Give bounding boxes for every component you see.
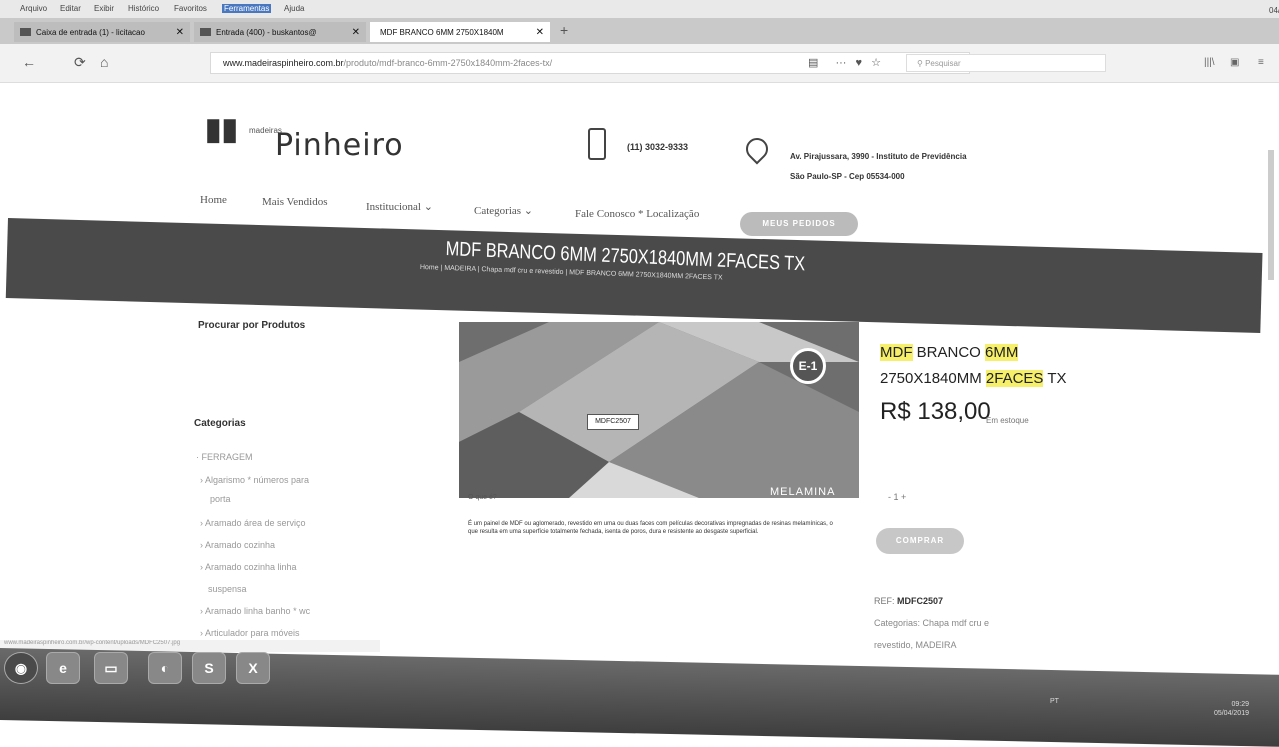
sidebar-icon[interactable]: ▣ (1230, 57, 1239, 68)
url-actions: ▤ ··· ♥ ☆ (808, 56, 881, 69)
address-line2: São Paulo-SP - Cep 05534-000 (790, 172, 905, 181)
category-item[interactable]: › Aramado área de serviço (200, 518, 306, 528)
product-description: É um painel de MDF ou aglomerado, revest… (468, 521, 833, 535)
category-item[interactable]: suspensa (208, 584, 247, 594)
close-icon[interactable]: ✕ (352, 27, 360, 38)
star-icon[interactable]: ☆ (871, 57, 881, 69)
meus-pedidos-button[interactable]: MEUS PEDIDOS (740, 212, 858, 236)
product-photo (459, 322, 859, 498)
browser-toolbar: ← ⟳ ⌂ www.madeiraspinheiro.com.br/produt… (0, 44, 1279, 83)
stock-status: Em estoque (986, 416, 1029, 425)
search-products-title: Procurar por Produtos (198, 320, 306, 331)
home-icon[interactable]: ⌂ (100, 54, 108, 70)
close-icon[interactable]: ✕ (536, 27, 544, 38)
tab-bar: Caixa de entrada (1) - licitacao ✕ Entra… (0, 18, 1279, 44)
menu-arquivo[interactable]: Arquivo (20, 4, 47, 13)
back-icon[interactable]: ← (22, 54, 36, 70)
explorer-icon[interactable]: ▭ (94, 652, 128, 684)
ie-icon[interactable]: e (46, 652, 80, 684)
reader-icon[interactable]: ▤ (808, 57, 818, 69)
tab-mail-2[interactable]: Entrada (400) - buskantos@ ✕ (194, 22, 366, 42)
mail-icon (200, 28, 211, 36)
excel-icon[interactable]: X (236, 652, 270, 684)
phone-number: (11) 3032-9333 (627, 142, 689, 152)
tab-mail-1[interactable]: Caixa de entrada (1) - licitacao ✕ (14, 22, 190, 42)
category-item[interactable]: porta (210, 494, 231, 504)
category-item[interactable]: › Algarismo * números para (200, 475, 309, 485)
category-item[interactable]: · FERRAGEM (196, 452, 253, 462)
scrollbar[interactable] (1268, 150, 1274, 280)
menu-bar: Arquivo Editar Exibir Histórico Favorito… (0, 0, 1279, 18)
menu-historico[interactable]: Histórico (128, 4, 159, 13)
quantity-stepper[interactable]: - 1 + (888, 492, 906, 502)
nav-categorias[interactable]: Categorias ⌄ (474, 204, 533, 217)
nav-fale-conosco[interactable]: Fale Conosco * Localização (575, 208, 699, 220)
close-icon[interactable]: ✕ (176, 27, 184, 38)
nav-institucional[interactable]: Institucional ⌄ (366, 200, 433, 213)
library-icon[interactable]: |||\ (1204, 57, 1215, 68)
tab-product[interactable]: MDF BRANCO 6MM 2750X1840M ✕ (370, 22, 550, 42)
menu-ferramentas[interactable]: Ferramentas (222, 4, 272, 13)
search-icon: ⚲ (917, 59, 926, 68)
reload-icon[interactable]: ⟳ (74, 54, 86, 71)
menu-ajuda[interactable]: Ajuda (284, 4, 304, 13)
nav-home[interactable]: Home (200, 194, 227, 206)
categories-title: Categorias (194, 418, 246, 429)
product-price: R$ 138,00 (880, 398, 991, 425)
buy-button[interactable]: COMPRAR (876, 528, 964, 554)
skype-icon[interactable]: S (192, 652, 226, 684)
product-categories[interactable]: Categorias: Chapa mdf cru e (874, 618, 989, 628)
menu-editar[interactable]: Editar (60, 4, 81, 13)
category-item[interactable]: › Aramado cozinha (200, 540, 275, 550)
firefox-icon[interactable]: ◐ (148, 652, 182, 684)
product-categories-cont[interactable]: revestido, MADEIRA (874, 640, 957, 650)
phone-icon (588, 128, 606, 160)
menu-exibir[interactable]: Exibir (94, 4, 114, 13)
category-item[interactable]: › Aramado linha banho * wc (200, 606, 310, 616)
melamina-label: MELAMINA (770, 486, 836, 498)
image-caption: O que é? (468, 494, 497, 501)
e1-seal-icon: E-1 (790, 348, 826, 384)
tray-language[interactable]: PT (1050, 698, 1059, 705)
nav-mais-vendidos[interactable]: Mais Vendidos (262, 196, 328, 208)
search-input[interactable]: ⚲ Pesquisar (906, 54, 1106, 72)
menu-icon[interactable]: ≡ (1258, 57, 1264, 68)
windows-start-icon[interactable]: ◉ (4, 652, 38, 684)
logo-mark-icon: ▮▮ (205, 113, 239, 146)
category-item[interactable]: › Aramado cozinha linha (200, 562, 297, 572)
address-line1: Av. Pirajussara, 3990 - Instituto de Pre… (790, 152, 967, 161)
location-pin-icon (741, 133, 773, 165)
product-image[interactable] (459, 322, 859, 498)
taskbar-clock[interactable]: 09:29 05/04/2019 (1214, 700, 1249, 718)
category-item[interactable]: › Articulador para móveis (200, 628, 300, 638)
site-logo[interactable]: ▮▮ madeiras Pinheiro (205, 106, 403, 166)
product-ref: REF: MDFC2507 (874, 596, 944, 606)
product-name: MDF BRANCO 6MM 2750X1840MM 2FACES TX (880, 344, 1067, 387)
mail-icon (20, 28, 31, 36)
more-icon[interactable]: ··· (835, 57, 846, 69)
menu-favoritos[interactable]: Favoritos (174, 4, 207, 13)
pocket-icon[interactable]: ♥ (856, 57, 863, 69)
product-sku-tag: MDFC2507 (587, 414, 639, 430)
new-tab-button[interactable]: + (560, 22, 568, 38)
